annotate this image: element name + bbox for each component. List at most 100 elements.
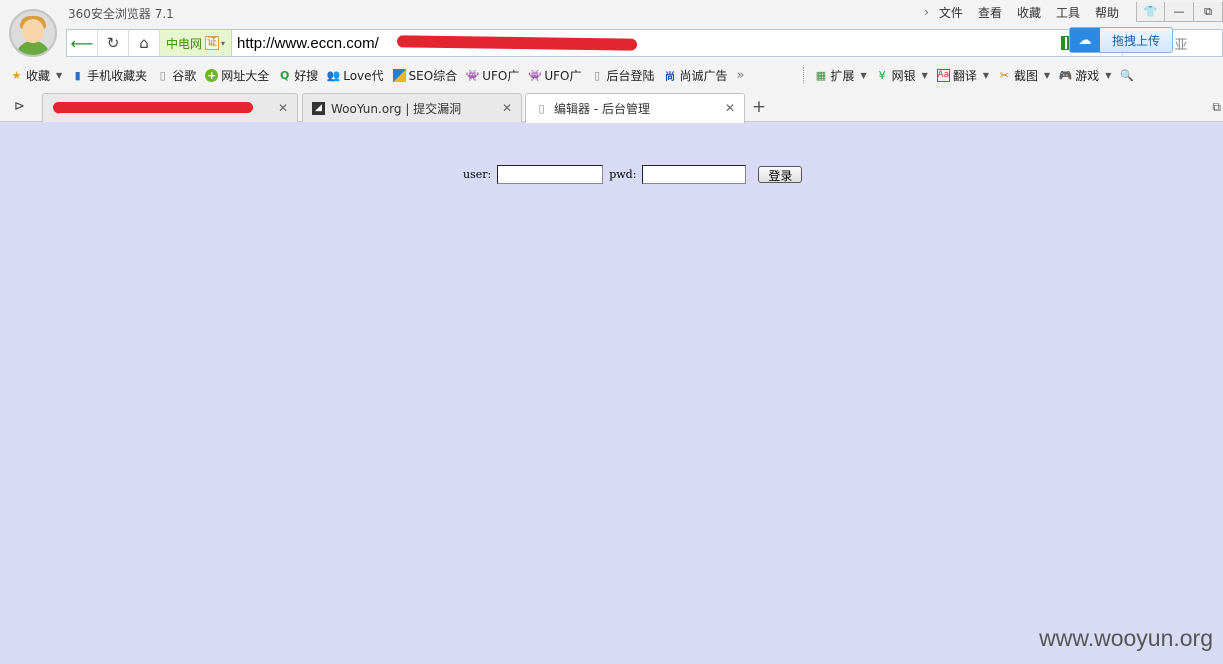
login-button[interactable]: 登录 (758, 166, 803, 183)
chevron-down-icon: ▼ (1105, 70, 1112, 80)
url-text: http://www.eccn.com/ (237, 34, 379, 52)
bookmark-label: 收藏 (26, 68, 51, 83)
back-button[interactable]: ⟵ (67, 30, 98, 56)
seo-icon (392, 68, 406, 82)
haosou-icon: Q (280, 68, 290, 82)
bookmark-label: UFO广 (544, 68, 582, 83)
restore-button[interactable]: ⧉ (1194, 2, 1223, 22)
upload-label: 拖拽上传 (1111, 33, 1160, 48)
menu-tools[interactable]: 工具 (1056, 4, 1080, 21)
home-button[interactable]: ⌂ (129, 30, 160, 56)
tab-editor-admin[interactable]: ▯ 编辑器 - 后台管理 ✕ (525, 93, 745, 123)
close-icon[interactable]: ✕ (502, 101, 512, 115)
games-button[interactable]: 🎮 游戏 ▼ (1058, 67, 1112, 84)
search-icon: 🔍 (1120, 68, 1134, 82)
bookmark-label: 手机收藏夹 (87, 68, 148, 83)
menu-file[interactable]: 文件 (939, 4, 963, 21)
translate-icon: Aa (936, 68, 950, 82)
site-certificate[interactable]: 中电网 证 ▾ (160, 30, 233, 56)
tab-list-icon[interactable]: ⧉ (1212, 100, 1221, 115)
bookmark-label: SEO综合 (408, 68, 458, 83)
plus-icon: + (205, 68, 219, 82)
screenshot-button[interactable]: ✂ 截图 ▼ (998, 67, 1050, 84)
bookmark-favorites[interactable]: ★ 收藏 ▼ (10, 67, 63, 84)
translate-button[interactable]: Aa 翻译 ▼ (936, 67, 989, 84)
bookmark-seo[interactable]: SEO综合 (392, 67, 458, 84)
window-controls: 👕 — ⧉ (1136, 2, 1223, 22)
chevron-down-icon: ▼ (921, 70, 928, 80)
menu-help[interactable]: 帮助 (1095, 4, 1119, 21)
user-label: user: (463, 168, 492, 181)
chevron-down-icon: ▼ (56, 70, 63, 80)
bookmark-label: 好搜 (294, 68, 319, 83)
chevron-down-icon: ▼ (982, 70, 989, 80)
skin-icon[interactable]: 👕 (1136, 2, 1165, 22)
extensions-button[interactable]: ▦ 扩展 ▼ (814, 67, 867, 84)
watermark: www.wooyun.org (1039, 625, 1213, 651)
bookmark-label: UFO广 (482, 68, 520, 83)
toolbar-separator (803, 67, 805, 83)
drag-upload-button[interactable]: ☁ 拖拽上传 (1069, 27, 1173, 53)
bookmark-shangcheng-ads[interactable]: 尚 尚诚广告 (664, 67, 728, 84)
wooyun-icon: ◢ (312, 101, 325, 115)
close-icon[interactable]: ✕ (278, 101, 288, 115)
bookmark-label: 尚诚广告 (679, 68, 728, 83)
tab-bar: ⊳ ◎ ✕ ◢ WooYun.org | 提交漏洞 ✕ ▯ 编辑器 - 后台管理… (0, 93, 1223, 123)
tab-wooyun[interactable]: ◢ WooYun.org | 提交漏洞 ✕ (302, 93, 522, 122)
tab-label: 编辑器 - 后台管理 (554, 102, 650, 116)
password-input[interactable] (642, 165, 747, 184)
toolbar-search-button[interactable]: 🔍 (1120, 69, 1136, 82)
login-form: user: pwd: 登录 (463, 165, 803, 184)
bookmark-ufo-1[interactable]: 👾 UFO广 (466, 67, 519, 84)
gamepad-icon: 🎮 (1058, 68, 1073, 82)
refresh-button[interactable]: ↻ (98, 30, 129, 56)
chevron-down-icon: ▾ (221, 38, 226, 48)
chevron-down-icon: ▼ (1044, 70, 1051, 80)
url-field[interactable]: http://www.eccn.com/ (232, 30, 1061, 56)
minimize-button[interactable]: — (1165, 2, 1194, 22)
address-toolbar: ⟵ ↻ ⌂ 中电网 证 ▾ http://www.eccn.com/ ⌄ 🔍 肯… (66, 29, 1223, 57)
ufo-icon: 👾 (528, 68, 542, 82)
grid-icon: ▦ (815, 68, 827, 82)
close-icon[interactable]: ✕ (725, 101, 735, 115)
bookmark-google[interactable]: ▯ 谷歌 (156, 67, 197, 84)
page-icon: ▯ (538, 102, 545, 115)
tab-redacted[interactable]: ◎ ✕ (42, 93, 298, 122)
browser-title: 360安全浏览器 7.1 (68, 7, 174, 21)
bank-icon: ¥ (878, 68, 886, 82)
scissors-icon: ✂ (999, 68, 1010, 82)
toolbar-label: 截图 (1014, 68, 1039, 83)
new-tab-button[interactable]: + (748, 96, 770, 118)
sidebar-toggle-icon[interactable]: ⊳ (14, 99, 25, 114)
page-icon: ▯ (593, 68, 601, 82)
phone-icon: ▮ (74, 68, 81, 82)
bookmarks-bar: ★ 收藏 ▼ ▮ 手机收藏夹 ▯ 谷歌 + 网址大全 Q 好搜 👥 Love代 … (0, 62, 1223, 88)
bookmark-haosou[interactable]: Q 好搜 (278, 67, 318, 84)
bookmark-url-directory[interactable]: + 网址大全 (205, 67, 269, 84)
bookmark-label: Love代 (343, 68, 384, 83)
chevron-right-icon[interactable]: › (924, 5, 929, 19)
users-icon: 👥 (326, 68, 341, 82)
bookmark-mobile-favorites[interactable]: ▮ 手机收藏夹 (71, 67, 148, 84)
chevron-down-icon: ▼ (860, 70, 867, 80)
toolbar-label: 游戏 (1075, 68, 1100, 83)
more-bookmarks-icon[interactable]: » (737, 68, 745, 83)
ufo-icon: 👾 (465, 68, 480, 82)
username-input[interactable] (497, 165, 604, 184)
page-icon: ▯ (159, 68, 166, 82)
shang-icon: 尚 (665, 71, 675, 83)
menu-bar: › 文件 查看 收藏 工具 帮助 👕 — ⧉ (924, 0, 1223, 24)
bookmark-ufo-2[interactable]: 👾 UFO广 (528, 67, 581, 84)
star-icon: ★ (11, 68, 22, 82)
pwd-label: pwd: (609, 168, 637, 181)
cert-label: 中电网 (166, 36, 203, 51)
bookmark-admin-login[interactable]: ▯ 后台登陆 (590, 67, 655, 84)
toolbar-label: 翻译 (952, 68, 977, 83)
user-avatar[interactable] (9, 9, 57, 57)
browser-chrome: 360安全浏览器 7.1 › 文件 查看 收藏 工具 帮助 👕 — ⧉ ⟵ ↻ … (0, 0, 1223, 123)
menu-favorites[interactable]: 收藏 (1017, 4, 1041, 21)
menu-view[interactable]: 查看 (978, 4, 1002, 21)
bookmark-love[interactable]: 👥 Love代 (326, 67, 384, 84)
online-banking-button[interactable]: ¥ 网银 ▼ (876, 67, 928, 84)
toolbar-label: 网银 (891, 68, 916, 83)
